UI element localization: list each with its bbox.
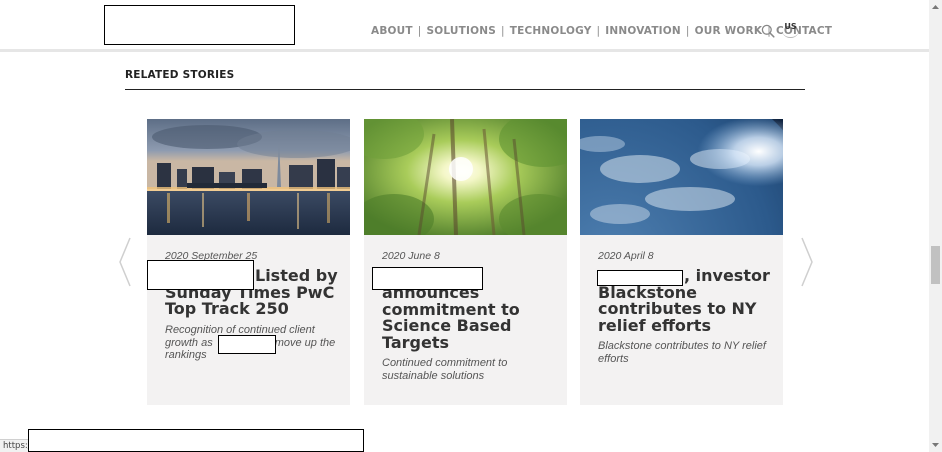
scrollbar-thumb[interactable] bbox=[931, 246, 940, 284]
story-title[interactable]: announces commitment to Science Based Ta… bbox=[382, 284, 560, 351]
logo-redacted[interactable] bbox=[104, 5, 295, 45]
redacted-status-url bbox=[28, 429, 364, 452]
nav-item-about[interactable]: ABOUT bbox=[371, 25, 413, 37]
nav-item-solutions[interactable]: SOLUTIONS bbox=[427, 25, 496, 37]
chevron-left-icon[interactable] bbox=[117, 236, 133, 288]
story-date: 2020 June 8 bbox=[382, 250, 440, 262]
redacted-company-name bbox=[147, 260, 254, 290]
story-card[interactable]: 2020 June 8 announces commitment to Scie… bbox=[364, 119, 567, 405]
redacted-company-name bbox=[372, 267, 483, 290]
nav-separator: | bbox=[417, 25, 422, 37]
story-image-earth-from-space[interactable] bbox=[580, 119, 783, 235]
vertical-scrollbar[interactable] bbox=[929, 0, 942, 452]
story-description: Blackstone contributes to NY relief effo… bbox=[598, 340, 766, 365]
nav-item-technology[interactable]: TECHNOLOGY bbox=[510, 25, 592, 37]
redacted-company-name bbox=[597, 270, 683, 286]
nav-separator: | bbox=[596, 25, 601, 37]
nav-separator: | bbox=[685, 25, 690, 37]
story-date: 2020 April 8 bbox=[598, 250, 654, 262]
nav-item-our-work[interactable]: OUR WORK bbox=[695, 25, 763, 37]
chevron-right-icon[interactable] bbox=[799, 236, 815, 288]
site-header: ABOUT | SOLUTIONS | TECHNOLOGY | INNOVAT… bbox=[0, 0, 929, 52]
search-icon[interactable] bbox=[761, 24, 775, 38]
redacted-company-name bbox=[218, 335, 276, 354]
section-divider bbox=[125, 89, 805, 90]
story-title-rest: Blackstone contributes to NY relief effo… bbox=[598, 282, 757, 335]
nav-separator: | bbox=[500, 25, 505, 37]
story-image-forest-sunlight[interactable] bbox=[364, 119, 567, 235]
scroll-down-arrow-icon[interactable] bbox=[929, 438, 942, 452]
section-title: RELATED STORIES bbox=[125, 69, 235, 81]
story-description: Continued commitment to sustainable solu… bbox=[382, 357, 508, 382]
story-card[interactable]: 2020 April 8 , investor Blackstone contr… bbox=[580, 119, 783, 405]
story-image-city-skyline[interactable] bbox=[147, 119, 350, 235]
language-selector[interactable]: US bbox=[782, 20, 799, 38]
nav-item-innovation[interactable]: INNOVATION bbox=[605, 25, 681, 37]
scroll-up-arrow-icon[interactable] bbox=[929, 0, 942, 14]
